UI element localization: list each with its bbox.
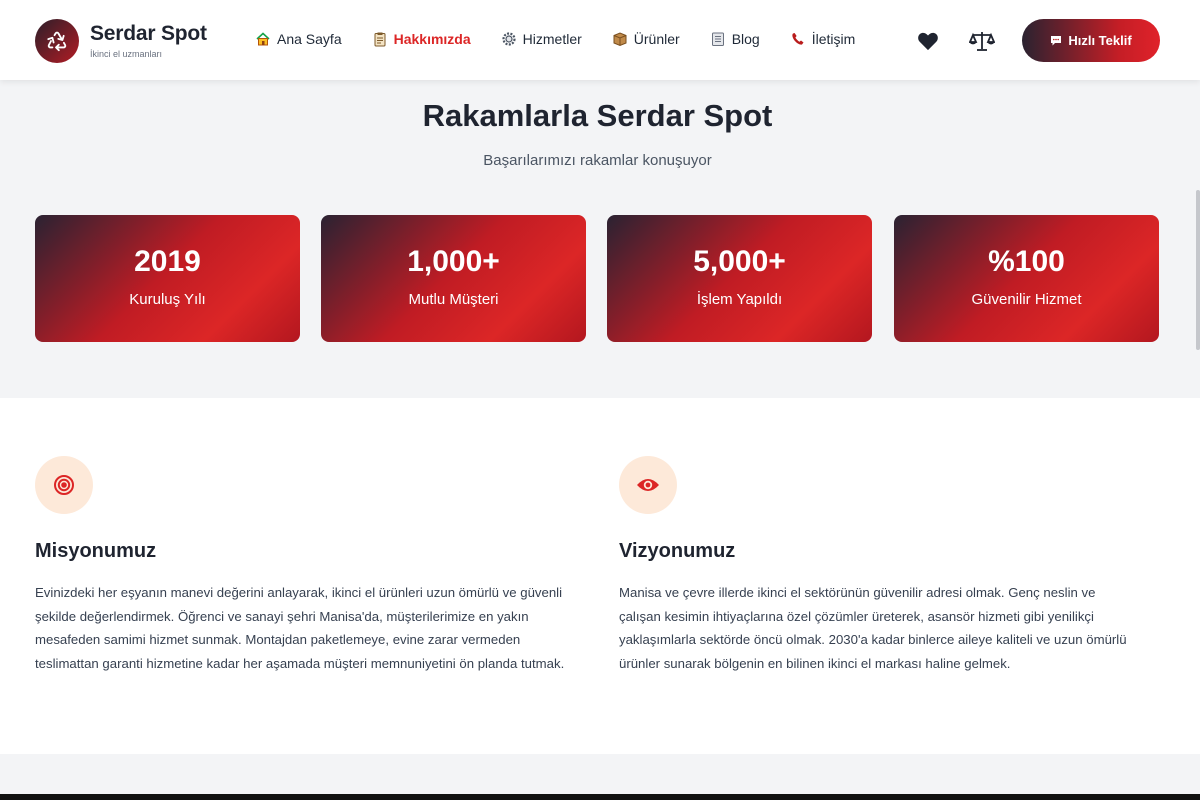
gear-icon: [501, 31, 517, 47]
stat-card: %100 Güvenilir Hizmet: [894, 215, 1159, 342]
stat-value: 5,000+: [693, 245, 786, 278]
nav-label-products: Ürünler: [633, 31, 680, 47]
nav-label-blog: Blog: [731, 31, 760, 47]
stat-label: Kuruluş Yılı: [129, 291, 206, 308]
stats-section: Rakamlarla Serdar Spot Başarılarımızı ra…: [0, 80, 1200, 398]
nav-label-services: Hizmetler: [522, 31, 582, 47]
main-nav: Ana Sayfa Hakkımızda Hizmetler Ürünler B…: [255, 31, 885, 47]
nav-item-contact[interactable]: İletişim: [790, 31, 856, 47]
vision-text: Manisa ve çevre illerde ikinci el sektör…: [619, 585, 1127, 671]
logo[interactable]: Serdar Spot İkinci el uzmanları: [35, 19, 207, 63]
nav-item-products[interactable]: Ürünler: [612, 31, 680, 47]
stat-value: 2019: [134, 245, 201, 278]
box-icon: [612, 31, 628, 47]
mission-vision-section: Misyonumuz Evinizdeki her eşyanın manevi…: [0, 398, 1200, 754]
eye-icon: [619, 456, 677, 514]
bottom-edge: [0, 794, 1200, 800]
vision-block: Vizyonumuz Manisa ve çevre illerde ikinc…: [619, 456, 1139, 675]
stats-subtitle: Başarılarımızı rakamlar konuşuyor: [483, 152, 712, 169]
mission-title: Misyonumuz: [35, 540, 157, 562]
scrollbar-thumb[interactable]: [1196, 190, 1200, 350]
stat-label: Mutlu Müşteri: [408, 291, 499, 308]
nav-item-services[interactable]: Hizmetler: [501, 31, 582, 47]
home-icon: [255, 31, 271, 47]
clipboard-icon: [372, 31, 388, 47]
mission-block: Misyonumuz Evinizdeki her eşyanın manevi…: [35, 456, 575, 675]
next-section: [0, 754, 1200, 794]
nav-item-blog[interactable]: Blog: [710, 31, 760, 47]
site-header: Serdar Spot İkinci el uzmanları Ana Sayf…: [0, 0, 1200, 80]
quick-quote-button[interactable]: Hızlı Teklif: [1022, 19, 1160, 62]
brand-name: Serdar Spot: [90, 22, 207, 45]
stat-card: 1,000+ Mutlu Müşteri: [321, 215, 586, 342]
vision-title: Vizyonumuz: [619, 540, 736, 562]
stats-title: Rakamlarla Serdar Spot: [422, 98, 773, 133]
stat-value: %100: [988, 245, 1065, 278]
notebook-icon: [710, 31, 726, 47]
nav-label-about: Hakkımızda: [393, 31, 471, 47]
stat-label: Güvenilir Hizmet: [971, 291, 1082, 308]
target-icon: [35, 456, 93, 514]
brand-tagline: İkinci el uzmanları: [90, 49, 163, 59]
stat-label: İşlem Yapıldı: [696, 291, 783, 308]
scale-icon[interactable]: [968, 27, 996, 55]
nav-label-contact: İletişim: [811, 31, 856, 47]
recycle-icon: [35, 19, 79, 63]
phone-icon: [790, 31, 806, 47]
chat-icon: [1050, 35, 1062, 46]
heart-icon[interactable]: [914, 27, 942, 55]
quick-quote-label: Hızlı Teklif: [1068, 33, 1132, 48]
nav-item-about[interactable]: Hakkımızda: [372, 31, 471, 47]
stat-card: 5,000+ İşlem Yapıldı: [607, 215, 872, 342]
nav-label-home: Ana Sayfa: [277, 31, 342, 47]
stat-card: 2019 Kuruluş Yılı: [35, 215, 300, 342]
mission-text: Evinizdeki her eşyanın manevi değerini a…: [35, 585, 565, 671]
nav-item-home[interactable]: Ana Sayfa: [255, 31, 342, 47]
stat-value: 1,000+: [407, 245, 500, 278]
